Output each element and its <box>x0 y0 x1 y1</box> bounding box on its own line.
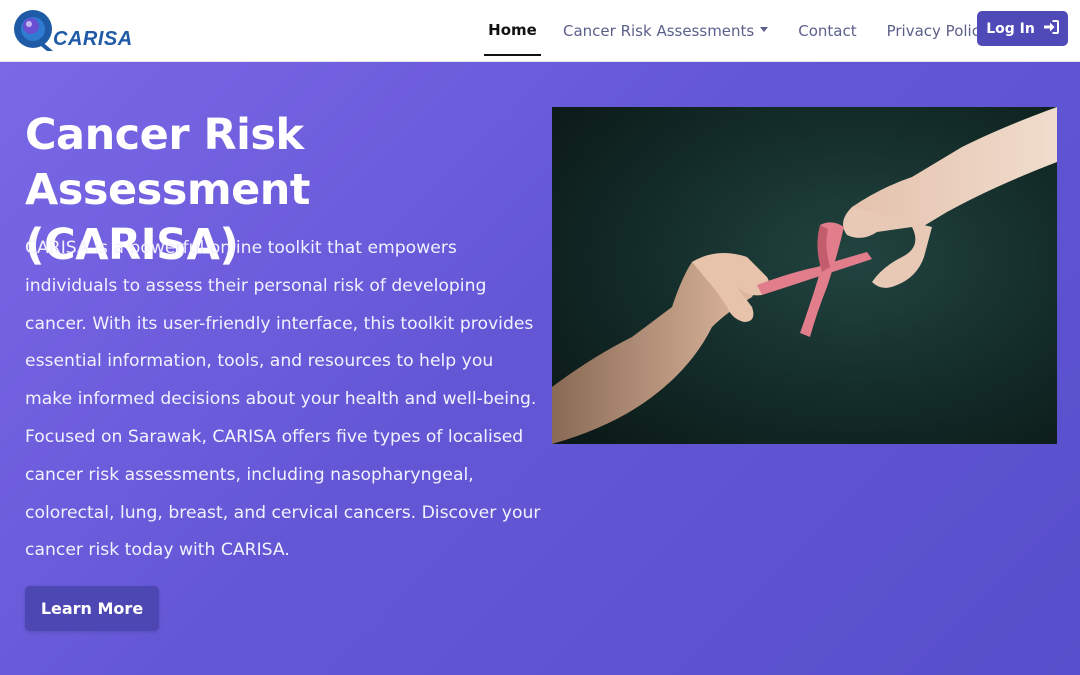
q-logo-icon <box>13 9 57 53</box>
login-label: Log In <box>986 20 1035 37</box>
login-button[interactable]: Log In <box>977 11 1068 46</box>
brand-name: CARISA <box>53 28 133 50</box>
learn-more-button[interactable]: Learn More <box>25 586 159 631</box>
nav-cancer-risk-assessments-dropdown[interactable]: Cancer Risk Assessments <box>555 6 776 56</box>
hero-description: CARISA is a powerful online toolkit that… <box>25 238 541 561</box>
nav-contact-link[interactable]: Contact <box>790 6 864 56</box>
nav-cancer-label: Cancer Risk Assessments <box>563 22 755 40</box>
brand-logo[interactable]: CARISA <box>13 9 133 53</box>
hands-holding-pink-ribbon-image <box>552 107 1057 444</box>
nav-home-link[interactable]: Home <box>484 6 541 56</box>
nav-links: Home Cancer Risk Assessments Contact Pri… <box>484 0 997 62</box>
sign-in-icon <box>1043 19 1059 38</box>
caret-down-icon <box>760 26 769 32</box>
hero-section: Cancer Risk Assessment (CARISA) CARISA i… <box>0 62 1080 675</box>
top-navbar: CARISA Home Cancer Risk Assessments Cont… <box>0 0 1080 62</box>
